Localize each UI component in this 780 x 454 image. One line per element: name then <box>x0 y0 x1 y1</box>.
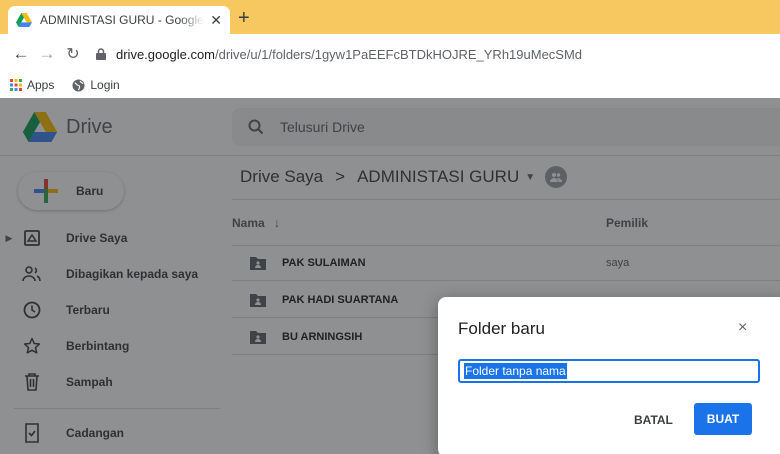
apps-grid-icon <box>10 79 22 91</box>
bookmarks-bar: Apps Login <box>0 74 780 96</box>
tab-title: ADMINISTASI GURU - Google Drive <box>40 13 204 27</box>
cancel-button[interactable]: BATAL <box>624 405 683 435</box>
folder-name-value: Folder tanpa nama <box>464 363 567 379</box>
reload-icon[interactable]: ↻ <box>60 44 86 64</box>
bookmark-login[interactable]: Login <box>72 78 120 92</box>
google-drive-favicon-icon <box>16 13 32 27</box>
bookmark-apps[interactable]: Apps <box>10 78 54 92</box>
browser-tabbar: ADMINISTASI GURU - Google Drive ✕ + <box>0 0 780 34</box>
new-tab-button[interactable]: + <box>238 8 250 28</box>
url-host: drive.google.com <box>116 46 215 62</box>
folder-name-input[interactable]: Folder tanpa nama <box>458 359 760 383</box>
globe-icon <box>72 78 85 92</box>
bookmark-label: Login <box>90 78 120 92</box>
url-field[interactable]: drive.google.com/drive/u/1/folders/1gyw1… <box>116 47 582 62</box>
dialog-title: Folder baru <box>458 319 545 338</box>
tab-close-icon[interactable]: ✕ <box>210 12 222 29</box>
create-button[interactable]: BUAT <box>694 403 752 435</box>
bookmark-label: Apps <box>27 78 55 92</box>
lock-icon[interactable] <box>96 48 108 60</box>
close-icon[interactable]: × <box>738 319 747 337</box>
address-bar: ← → ↻ drive.google.com/drive/u/1/folders… <box>0 34 780 74</box>
forward-arrow-icon[interactable]: → <box>34 44 60 64</box>
url-path: /drive/u/1/folders/1gyw1PaEEFcBTDkHOJRE_… <box>215 46 583 62</box>
back-arrow-icon[interactable]: ← <box>8 44 34 64</box>
browser-tab[interactable]: ADMINISTASI GURU - Google Drive ✕ <box>8 6 230 34</box>
new-folder-dialog: Folder baru × Folder tanpa nama BATAL BU… <box>438 297 780 454</box>
